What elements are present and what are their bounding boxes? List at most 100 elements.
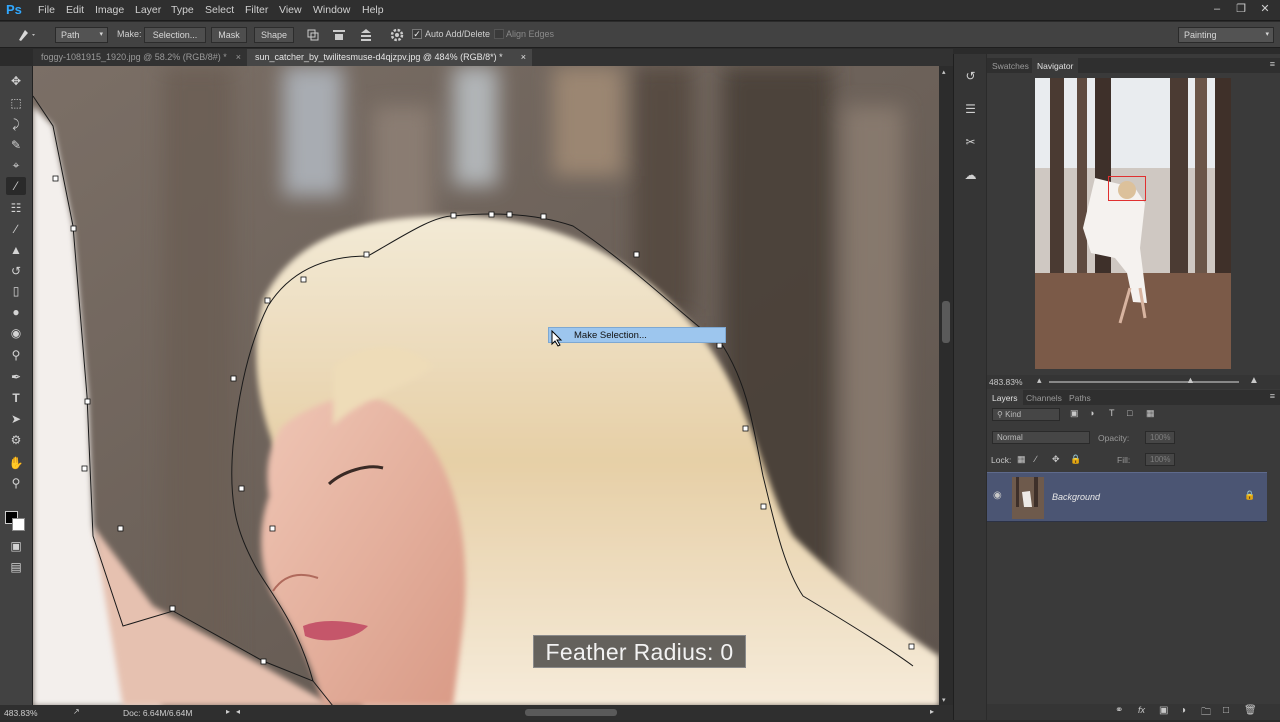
export-icon[interactable]: ↗ (73, 707, 80, 716)
opacity-field[interactable]: 100% (1145, 431, 1175, 444)
scroll-right-icon[interactable]: ▸ (930, 707, 934, 716)
zoom-tool-icon[interactable]: ⚲ (6, 346, 26, 364)
properties-panel-icon[interactable]: ☰ (962, 101, 979, 118)
tab-layers[interactable]: Layers (987, 390, 1023, 405)
menu-file[interactable]: File (38, 4, 55, 16)
navigator-zoom-value[interactable]: 483.83% (989, 377, 1023, 387)
navigator-zoom-slider[interactable] (1049, 381, 1239, 383)
tool-mode-dropdown[interactable]: Path ▾ (55, 27, 108, 43)
close-icon[interactable]: × (521, 52, 526, 62)
workspace-dropdown[interactable]: Painting ▾ (1178, 27, 1274, 43)
blend-mode-dropdown[interactable]: Normal (992, 431, 1090, 444)
hand-icon[interactable]: ✋ (6, 454, 26, 472)
quick-selection-icon[interactable]: ✎ (6, 136, 26, 154)
close-icon[interactable]: ✕ (1260, 2, 1270, 16)
menu-edit[interactable]: Edit (66, 4, 84, 16)
tool-presets-icon[interactable]: ✂ (962, 134, 979, 151)
lock-position-icon[interactable]: ✥ (1052, 454, 1060, 465)
clone-stamp-icon[interactable]: ▲ (6, 241, 26, 259)
pen-icon[interactable]: ✒ (6, 368, 26, 386)
menu-filter[interactable]: Filter (245, 4, 268, 16)
document-canvas[interactable] (33, 66, 939, 706)
panel-menu-icon[interactable]: ≡ (1270, 391, 1275, 401)
scroll-down-icon[interactable]: ▾ (942, 696, 946, 704)
lock-transparent-icon[interactable]: ▦ (1017, 454, 1026, 465)
layer-name[interactable]: Background (1052, 492, 1100, 502)
new-group-icon[interactable]: 🗀 (1201, 705, 1211, 722)
zoom-slider-thumb[interactable]: ▲ (1186, 375, 1195, 385)
lasso-icon[interactable]: ⤸ (6, 115, 26, 133)
menu-layer[interactable]: Layer (135, 4, 161, 16)
make-shape-button[interactable]: Shape (254, 27, 294, 43)
tab-channels[interactable]: Channels (1021, 390, 1067, 405)
filter-pixel-icon[interactable]: ▣ (1070, 408, 1079, 419)
filter-shape-icon[interactable]: □ (1127, 408, 1132, 418)
marquee-icon[interactable]: ⬚ (6, 94, 26, 112)
adjustment-layer-icon[interactable]: ◑ (1180, 705, 1186, 716)
crop-icon[interactable]: ⌖ (6, 156, 26, 174)
history-brush-icon[interactable]: ↺ (6, 262, 26, 280)
eraser-icon[interactable]: ▯ (6, 282, 26, 300)
menu-select[interactable]: Select (205, 4, 234, 16)
status-menu-arrow-icon[interactable]: ▸ (226, 707, 230, 716)
eyedropper-icon[interactable]: ⁄ (6, 177, 26, 195)
path-operations-icon[interactable] (305, 27, 321, 43)
filter-type-icon[interactable]: T (1109, 408, 1115, 418)
make-mask-button[interactable]: Mask (211, 27, 247, 43)
lock-all-icon[interactable]: 🔒 (1070, 454, 1081, 465)
fill-field[interactable]: 100% (1145, 453, 1175, 466)
auto-add-delete-checkbox[interactable]: ✓ (412, 29, 422, 39)
link-layers-icon[interactable]: ⚭ (1115, 705, 1123, 716)
menu-type[interactable]: Type (171, 4, 194, 16)
pen-tool-preset-icon[interactable] (16, 27, 35, 43)
zoom-in-icon[interactable]: ▲ (1249, 375, 1259, 386)
path-selection-icon[interactable]: ➤ (6, 410, 26, 428)
restore-icon[interactable]: ❐ (1236, 2, 1246, 16)
add-mask-icon[interactable]: ▣ (1159, 705, 1168, 716)
menu-window[interactable]: Window (313, 4, 350, 16)
dodge-icon[interactable]: ◉ (6, 324, 26, 342)
vertical-scroll-thumb[interactable] (942, 301, 950, 343)
align-edges-checkbox[interactable] (494, 29, 504, 39)
new-layer-icon[interactable]: □ (1223, 705, 1229, 716)
history-panel-icon[interactable]: ↺ (962, 68, 979, 85)
filter-adjustment-icon[interactable]: ◑ (1089, 408, 1094, 418)
path-alignment-icon[interactable] (331, 27, 347, 43)
paint-bucket-icon[interactable]: ● (6, 303, 26, 321)
zoom-out-icon[interactable]: ▴ (1037, 375, 1042, 386)
close-icon[interactable]: × (236, 52, 241, 62)
move-icon[interactable]: ✥ (6, 72, 26, 90)
delete-layer-icon[interactable]: 🗑 (1244, 705, 1257, 716)
context-menu-make-selection[interactable]: Make Selection... (548, 327, 726, 343)
scroll-up-icon[interactable]: ▴ (942, 68, 946, 76)
navigator-thumbnail[interactable] (1035, 78, 1231, 369)
scroll-left-icon[interactable]: ◂ (236, 707, 240, 716)
tab-paths[interactable]: Paths (1064, 390, 1096, 405)
tab-swatches[interactable]: Swatches (987, 58, 1034, 73)
layer-style-fx-icon[interactable]: fx (1138, 705, 1145, 715)
vertical-scrollbar[interactable]: ▴ ▾ (939, 66, 953, 706)
minimize-icon[interactable]: – (1212, 2, 1222, 16)
eye-icon[interactable]: ◉ (993, 490, 1002, 501)
menu-help[interactable]: Help (362, 4, 384, 16)
gear-icon[interactable] (389, 27, 405, 43)
filter-smart-object-icon[interactable]: ▦ (1146, 408, 1155, 419)
layer-row-background[interactable]: ◉ Background 🔒 (987, 472, 1267, 522)
type-icon[interactable]: T (6, 389, 26, 407)
lock-image-icon[interactable]: ∕ (1035, 454, 1037, 464)
navigator-view-box[interactable] (1108, 176, 1146, 201)
tab-sun-catcher[interactable]: sun_catcher_by_twilitesmuse-d4qjzpv.jpg … (247, 49, 532, 66)
screen-mode-icon[interactable]: ▤ (6, 558, 26, 576)
quick-mask-icon[interactable]: ▣ (6, 537, 26, 555)
menu-view[interactable]: View (279, 4, 302, 16)
libraries-panel-icon[interactable]: ☁ (962, 167, 979, 184)
panel-menu-icon[interactable]: ≡ (1270, 59, 1275, 69)
zoom-icon[interactable]: ⚲ (6, 474, 26, 492)
zoom-readout[interactable]: 483.83% (4, 708, 38, 718)
menu-image[interactable]: Image (95, 4, 124, 16)
horizontal-scroll-thumb[interactable] (525, 709, 617, 716)
custom-shape-icon[interactable]: ⚙ (6, 431, 26, 449)
path-arrangement-icon[interactable] (358, 27, 374, 43)
brush-icon[interactable]: ∕ (6, 220, 26, 238)
tab-navigator[interactable]: Navigator (1032, 58, 1079, 73)
